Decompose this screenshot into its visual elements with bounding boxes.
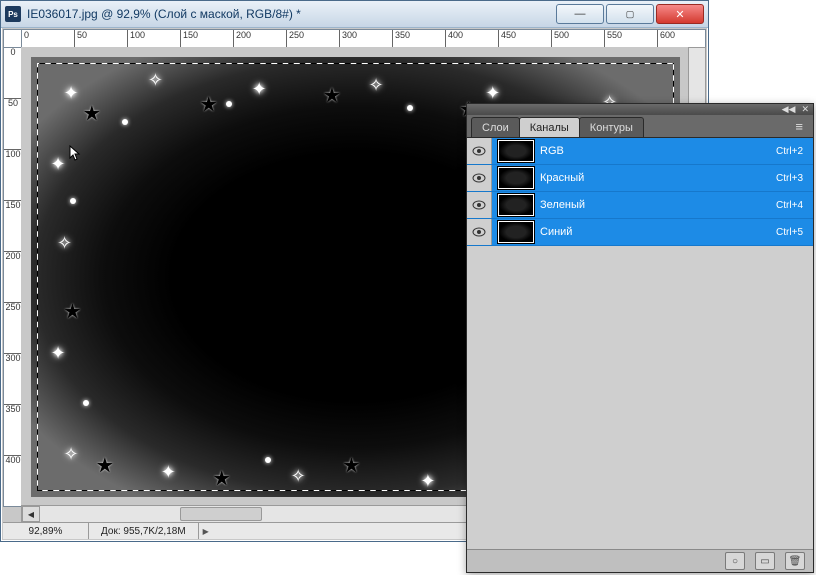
window-title: IE036017.jpg @ 92,9% (Слой с маской, RGB… [27, 7, 550, 21]
channel-row-red[interactable]: Красный Ctrl+3 [467, 165, 813, 192]
channel-shortcut: Ctrl+2 [776, 146, 813, 157]
close-button[interactable]: ✕ [656, 4, 704, 24]
visibility-toggle[interactable] [467, 165, 492, 191]
horizontal-ruler[interactable]: 0501001502002503003504004505005506006507… [21, 29, 706, 49]
vertical-ruler[interactable]: 050100150200250300350400450 [3, 47, 23, 507]
panel-menu-icon[interactable]: ≡ [791, 117, 807, 136]
title-bar[interactable]: Ps IE036017.jpg @ 92,9% (Слой с маской, … [1, 1, 708, 28]
panel-footer: ○ ▭ 🗑 [467, 549, 813, 572]
tab-paths[interactable]: Контуры [579, 117, 644, 137]
document-size[interactable]: Док: 955,7K/2,18M [89, 523, 199, 539]
scroll-thumb[interactable] [180, 507, 262, 521]
channel-row-blue[interactable]: Синий Ctrl+5 [467, 219, 813, 246]
channel-name: RGB [540, 145, 776, 157]
delete-channel-icon[interactable]: 🗑 [785, 552, 805, 570]
tab-channels[interactable]: Каналы [519, 117, 580, 137]
app-icon: Ps [5, 6, 21, 22]
new-channel-icon[interactable]: ▭ [755, 552, 775, 570]
channel-list: RGB Ctrl+2 Красный Ctrl+3 Зеленый Ctrl+4… [467, 138, 813, 549]
ruler-origin[interactable] [3, 29, 23, 49]
panel-collapse-icon[interactable]: ◀◀ [782, 104, 796, 115]
channel-shortcut: Ctrl+4 [776, 200, 813, 211]
visibility-toggle[interactable] [467, 192, 492, 218]
channel-row-rgb[interactable]: RGB Ctrl+2 [467, 138, 813, 165]
maximize-button[interactable]: ▢ [606, 4, 654, 24]
zoom-level[interactable]: 92,89% [3, 523, 89, 539]
channel-name: Синий [540, 226, 776, 238]
panel-tabs: Слои Каналы Контуры ≡ [467, 115, 813, 138]
channel-thumbnail [498, 167, 534, 189]
statusbar-arrow-icon[interactable]: ▶ [199, 527, 213, 536]
channel-thumbnail [498, 221, 534, 243]
panel-titlebar[interactable]: ◀◀ ✕ [467, 104, 813, 115]
minimize-button[interactable]: — [556, 4, 604, 24]
panel-close-icon[interactable]: ✕ [801, 104, 809, 115]
visibility-toggle[interactable] [467, 219, 492, 245]
channel-row-green[interactable]: Зеленый Ctrl+4 [467, 192, 813, 219]
visibility-toggle[interactable] [467, 138, 492, 164]
channel-thumbnail [498, 194, 534, 216]
channel-thumbnail [498, 140, 534, 162]
tab-layers[interactable]: Слои [471, 117, 520, 137]
channel-shortcut: Ctrl+5 [776, 227, 813, 238]
channels-panel: ◀◀ ✕ Слои Каналы Контуры ≡ RGB Ctrl+2 Кр… [466, 103, 814, 573]
channel-shortcut: Ctrl+3 [776, 173, 813, 184]
channel-name: Зеленый [540, 199, 776, 211]
load-selection-icon[interactable]: ○ [725, 552, 745, 570]
scroll-left-icon[interactable]: ◀ [22, 506, 40, 522]
channel-name: Красный [540, 172, 776, 184]
